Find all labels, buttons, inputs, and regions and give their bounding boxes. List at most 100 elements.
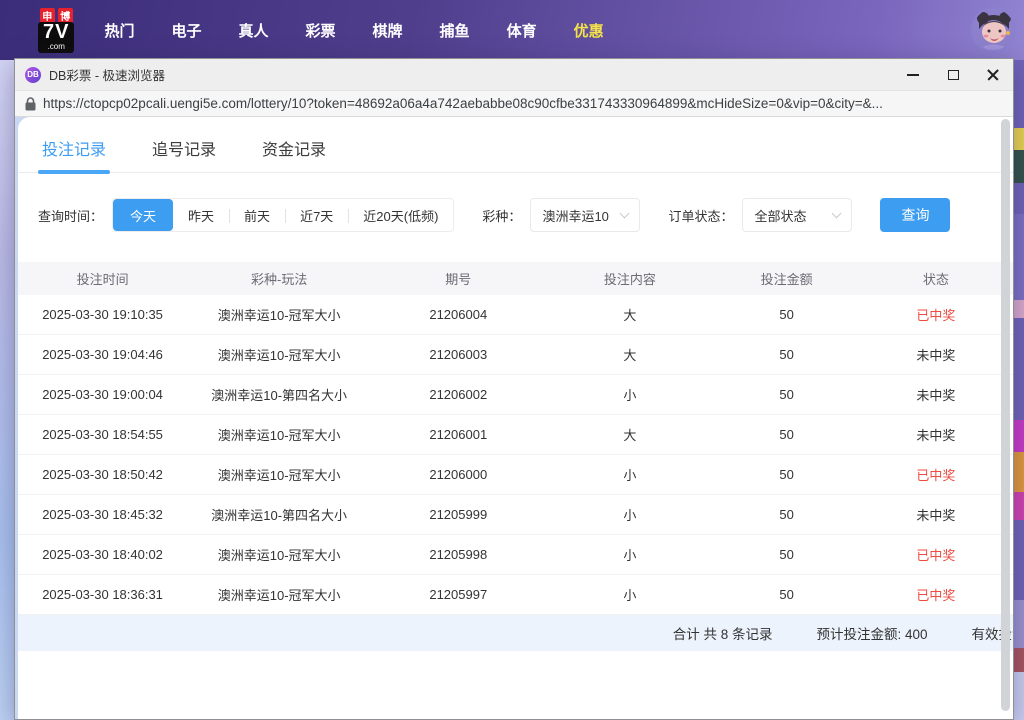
table-cell: 大	[545, 425, 714, 444]
address-bar[interactable]: https://ctopcp02pcali.uengi5e.com/lotter…	[15, 90, 1013, 117]
table-cell: 21206004	[371, 307, 545, 322]
table-cell: 小	[545, 465, 714, 484]
table-cell: 50	[714, 547, 858, 562]
records-tabs: 投注记录追号记录资金记录	[18, 117, 1013, 173]
nav-item[interactable]: 热门	[104, 20, 134, 41]
table-row: 2025-03-30 18:45:32澳洲幸运10-第四名大小21205999小…	[18, 495, 1013, 535]
table-cell: 小	[545, 545, 714, 564]
summary-item: 合计 共 8 条记录	[673, 623, 773, 643]
table-cell: 2025-03-30 19:10:35	[18, 307, 187, 322]
table-cell: 50	[714, 387, 858, 402]
table-cell: 21205997	[371, 587, 545, 602]
lottery-select[interactable]: 澳洲幸运10	[530, 198, 640, 232]
table-cell: 2025-03-30 18:50:42	[18, 467, 187, 482]
lottery-filter-label: 彩种：	[482, 206, 521, 225]
records-card: 投注记录追号记录资金记录 查询时间： 今天昨天前天近7天近20天(低频) 彩种：…	[18, 117, 1013, 719]
table-cell: 大	[545, 305, 714, 324]
status-cell: 已中奖	[859, 545, 1013, 564]
query-button[interactable]: 查询	[880, 198, 950, 232]
tab[interactable]: 追号记录	[152, 123, 216, 172]
table-cell: 澳洲幸运10-第四名大小	[187, 505, 371, 524]
status-cell: 已中奖	[859, 585, 1013, 604]
table-cell: 50	[714, 507, 858, 522]
table-cell: 21205999	[371, 507, 545, 522]
minimize-icon	[907, 74, 919, 76]
table-cell: 50	[714, 467, 858, 482]
table-cell: 2025-03-30 18:40:02	[18, 547, 187, 562]
logo-box: 7V .com	[38, 22, 74, 53]
nav-item[interactable]: 电子	[171, 20, 201, 41]
nav-item[interactable]: 彩票	[306, 20, 336, 41]
minimize-button[interactable]	[893, 59, 933, 90]
logo-suffix: .com	[48, 43, 65, 51]
table-cell: 小	[545, 385, 714, 404]
status-cell: 未中奖	[859, 385, 1013, 404]
table-cell: 2025-03-30 18:54:55	[18, 427, 187, 442]
table-cell: 50	[714, 347, 858, 362]
page-scrollbar[interactable]	[1001, 119, 1010, 711]
maximize-button[interactable]	[933, 59, 973, 90]
table-cell: 小	[545, 505, 714, 524]
nav-item[interactable]: 棋牌	[373, 20, 403, 41]
table-row: 2025-03-30 18:40:02澳洲幸运10-冠军大小21205998小5…	[18, 535, 1013, 575]
table-cell: 小	[545, 585, 714, 604]
status-cell: 未中奖	[859, 505, 1013, 524]
nav-item[interactable]: 体育	[507, 20, 537, 41]
close-icon	[986, 68, 1000, 82]
browser-window: DB DB彩票 - 极速浏览器 https://ctopcp02pcali.ue…	[14, 58, 1014, 720]
time-option[interactable]: 近7天	[285, 199, 348, 231]
table-body: 2025-03-30 19:10:35澳洲幸运10-冠军大小21206004大5…	[18, 295, 1013, 615]
summary-item: 预计投注金额: 400	[816, 623, 927, 643]
table-cell: 2025-03-30 19:00:04	[18, 387, 187, 402]
tab[interactable]: 资金记录	[262, 123, 326, 172]
table-row: 2025-03-30 19:04:46澳洲幸运10-冠军大小21206003大5…	[18, 335, 1013, 375]
table-cell: 50	[714, 307, 858, 322]
logo-brand: 7V	[43, 22, 69, 43]
table-cell: 21205998	[371, 547, 545, 562]
tab[interactable]: 投注记录	[42, 123, 106, 172]
chevron-down-icon	[832, 209, 842, 219]
site-logo[interactable]: 申 博 7V .com	[38, 8, 74, 53]
table-cell: 2025-03-30 18:36:31	[18, 587, 187, 602]
time-option[interactable]: 前天	[229, 199, 285, 231]
table-cell: 澳洲幸运10-冠军大小	[187, 425, 371, 444]
column-header: 状态	[859, 269, 1013, 288]
table-row: 2025-03-30 19:00:04澳洲幸运10-第四名大小21206002小…	[18, 375, 1013, 415]
main-nav: 热门 电子 真人 彩票 棋牌 捕鱼 体育 优惠	[104, 20, 603, 41]
table-cell: 澳洲幸运10-冠军大小	[187, 585, 371, 604]
time-filter-group: 今天昨天前天近7天近20天(低频)	[112, 198, 454, 232]
table-cell: 澳洲幸运10-第四名大小	[187, 385, 371, 404]
column-header: 投注金额	[714, 269, 858, 288]
status-cell: 未中奖	[859, 425, 1013, 444]
table-cell: 2025-03-30 18:45:32	[18, 507, 187, 522]
lottery-select-value: 澳洲幸运10	[542, 206, 608, 225]
table-row: 2025-03-30 18:36:31澳洲幸运10-冠军大小21205997小5…	[18, 575, 1013, 615]
order-status-value: 全部状态	[754, 206, 806, 225]
time-option[interactable]: 今天	[113, 199, 173, 231]
time-filter-label: 查询时间：	[38, 206, 103, 225]
maximize-icon	[948, 70, 959, 80]
close-button[interactable]	[973, 59, 1013, 90]
order-status-select[interactable]: 全部状态	[742, 198, 852, 232]
column-header: 投注内容	[545, 269, 714, 288]
nav-item[interactable]: 捕鱼	[440, 20, 470, 41]
nav-item[interactable]: 真人	[239, 20, 269, 41]
table-cell: 50	[714, 427, 858, 442]
table-row: 2025-03-30 18:50:42澳洲幸运10-冠军大小21206000小5…	[18, 455, 1013, 495]
filter-row: 查询时间： 今天昨天前天近7天近20天(低频) 彩种： 澳洲幸运10 订单状态：…	[18, 198, 1013, 232]
window-title: DB彩票 - 极速浏览器	[49, 65, 165, 84]
table-cell: 澳洲幸运10-冠军大小	[187, 545, 371, 564]
table-cell: 50	[714, 587, 858, 602]
time-option[interactable]: 近20天(低频)	[348, 199, 453, 231]
user-avatar[interactable]	[971, 7, 1016, 52]
table-row: 2025-03-30 18:54:55澳洲幸运10-冠军大小21206001大5…	[18, 415, 1013, 455]
status-cell: 已中奖	[859, 305, 1013, 324]
window-titlebar[interactable]: DB DB彩票 - 极速浏览器	[15, 59, 1013, 90]
nav-item[interactable]: 优惠	[574, 20, 604, 41]
chevron-down-icon	[620, 209, 630, 219]
column-header: 投注时间	[18, 269, 187, 288]
table-cell: 21206001	[371, 427, 545, 442]
column-header: 彩种-玩法	[187, 269, 371, 288]
url-text[interactable]: https://ctopcp02pcali.uengi5e.com/lotter…	[43, 96, 883, 111]
time-option[interactable]: 昨天	[173, 199, 229, 231]
